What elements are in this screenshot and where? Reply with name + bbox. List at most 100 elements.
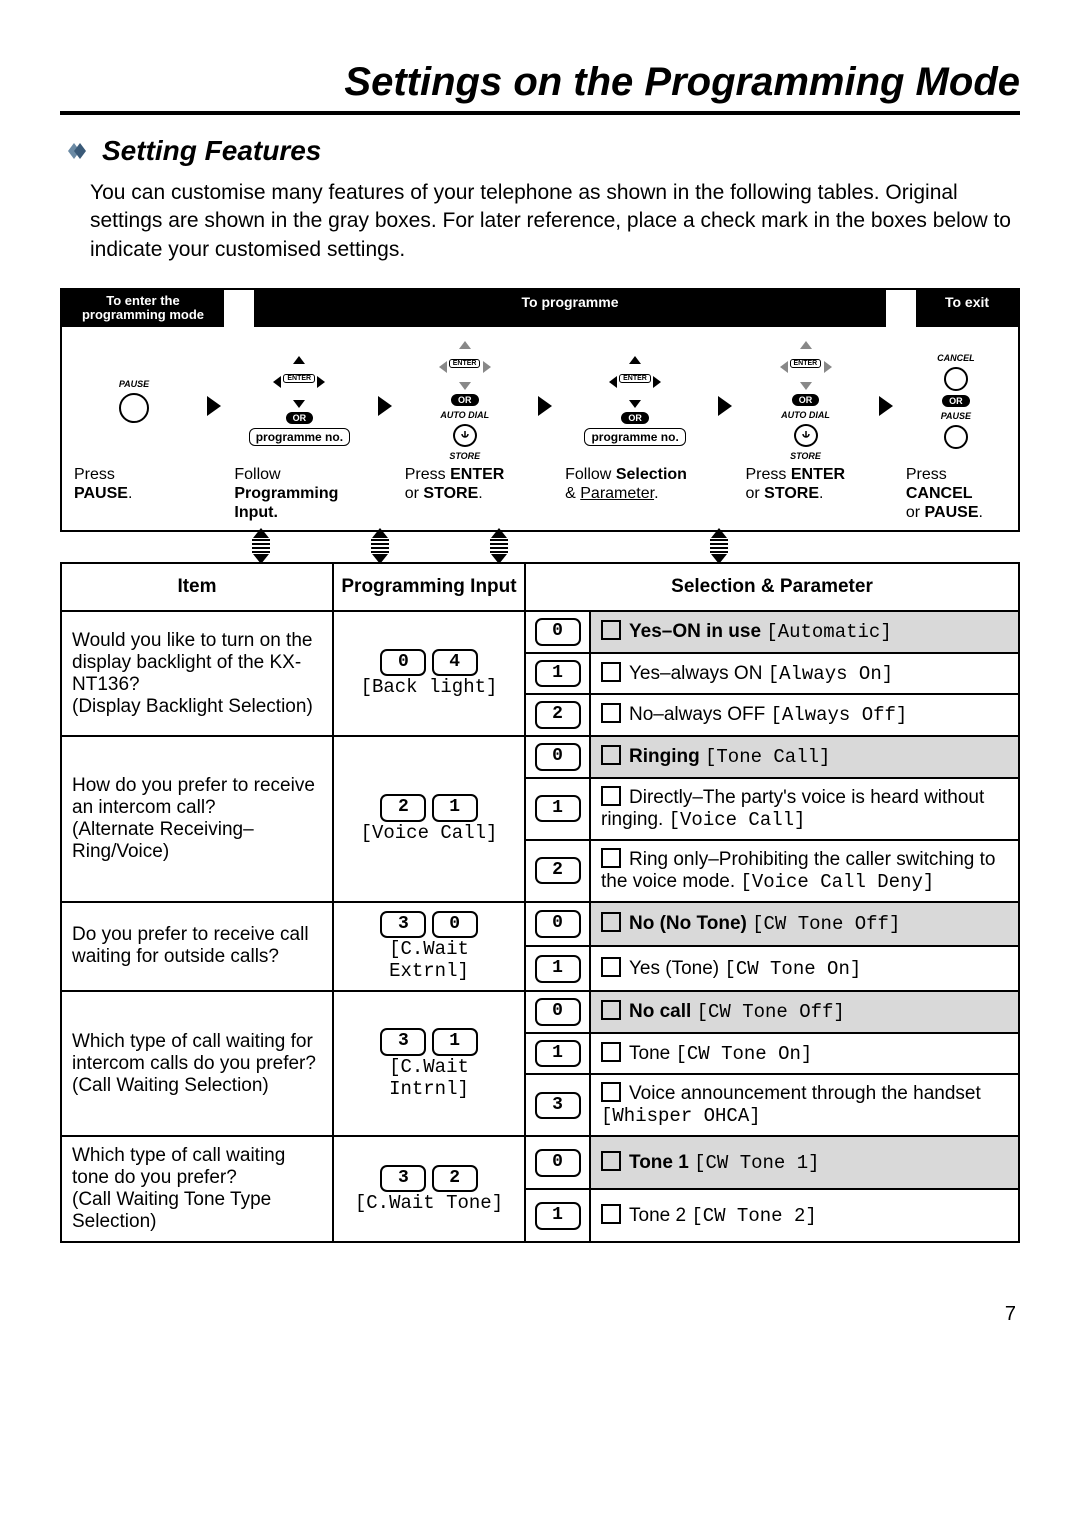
or-pill-icon: OR xyxy=(451,394,479,406)
autodial-label-icon: AUTO DIAL xyxy=(781,410,830,420)
autodial-label-icon: AUTO DIAL xyxy=(440,410,489,420)
or-pill-icon: OR xyxy=(792,394,820,406)
parameter-cell: Tone 1 [CW Tone 1] xyxy=(590,1136,1019,1189)
selection-key-cell: 2 xyxy=(525,694,590,736)
or-pill-icon: OR xyxy=(621,412,649,424)
checkbox-icon[interactable] xyxy=(601,912,621,932)
programming-input-cell: 3 1[C.Wait Intrnl] xyxy=(333,991,525,1136)
pause-button-icon xyxy=(944,425,968,449)
keycap-icon: 2 xyxy=(380,794,426,822)
programming-input-cell: 2 1[Voice Call] xyxy=(333,736,525,902)
th-selparam: Selection & Parameter xyxy=(525,563,1019,611)
programming-input-cell: 3 2[C.Wait Tone] xyxy=(333,1136,525,1242)
keycap-icon: 3 xyxy=(380,1028,426,1056)
spring-connectors xyxy=(60,528,1020,564)
settings-table: Item Programming Input Selection & Param… xyxy=(60,562,1020,1243)
step1-label: Press PAUSE. xyxy=(74,465,194,503)
keycap-icon: 0 xyxy=(535,1149,581,1177)
store-button-icon xyxy=(794,424,818,447)
keycap-icon: 0 xyxy=(380,649,426,677)
keycap-icon: 0 xyxy=(432,911,478,939)
selection-key-cell: 1 xyxy=(525,653,590,695)
or-pill-icon: OR xyxy=(942,395,970,407)
store-label-icon: STORE xyxy=(790,451,821,461)
spring-icon xyxy=(490,528,508,564)
keycap-icon: 2 xyxy=(535,857,581,885)
keycap-icon: 2 xyxy=(535,701,581,729)
keycap-icon: 1 xyxy=(535,955,581,983)
store-button-icon xyxy=(453,424,477,447)
pause-label-icon: PAUSE xyxy=(119,379,149,389)
spring-icon xyxy=(371,528,389,564)
parameter-cell: Ringing [Tone Call] xyxy=(590,736,1019,778)
keycap-icon: 1 xyxy=(535,1202,581,1230)
or-pill-icon: OR xyxy=(286,412,314,424)
item-cell: Would you like to turn on the display ba… xyxy=(61,611,333,736)
page-number: 7 xyxy=(60,1303,1020,1326)
selection-key-cell: 0 xyxy=(525,902,590,947)
checkbox-icon[interactable] xyxy=(601,1000,621,1020)
parameter-cell: Yes (Tone) [CW Tone On] xyxy=(590,946,1019,991)
enter-nav-icon: ENTER xyxy=(780,341,832,390)
store-label-icon: STORE xyxy=(449,451,480,461)
keycap-icon: 0 xyxy=(535,998,581,1026)
checkbox-icon[interactable] xyxy=(601,1204,621,1224)
arrow-right-icon xyxy=(718,396,732,416)
keycap-icon: 1 xyxy=(432,1028,478,1056)
arrow-right-icon xyxy=(538,396,552,416)
parameter-cell: Yes–ON in use [Automatic] xyxy=(590,611,1019,653)
keycap-icon: 1 xyxy=(432,794,478,822)
pause-label-icon: PAUSE xyxy=(941,411,971,421)
spring-icon xyxy=(252,528,270,564)
selection-key-cell: 0 xyxy=(525,1136,590,1189)
selection-key-cell: 0 xyxy=(525,736,590,778)
checkbox-icon[interactable] xyxy=(601,620,621,640)
diamond-bullet-icon xyxy=(60,139,94,163)
arrow-right-icon xyxy=(879,396,893,416)
th-prog: Programming Input xyxy=(333,563,525,611)
keycap-icon: 1 xyxy=(535,1040,581,1068)
programme-no-box: programme no. xyxy=(584,428,685,446)
flow-header-enter: To enter the programming mode xyxy=(62,290,224,327)
step4-label: Follow Selection & Parameter. xyxy=(565,465,705,503)
enter-nav-icon: ENTER xyxy=(439,341,491,390)
parameter-cell: Directly–The party's voice is heard with… xyxy=(590,778,1019,840)
selection-key-cell: 0 xyxy=(525,611,590,653)
step6-label: Press CANCEL or PAUSE. xyxy=(906,465,1006,523)
keycap-icon: 0 xyxy=(535,910,581,938)
flow-header-programme: To programme xyxy=(254,290,886,327)
parameter-cell: Yes–always ON [Always On] xyxy=(590,653,1019,695)
parameter-cell: No–always OFF [Always Off] xyxy=(590,694,1019,736)
selection-key-cell: 3 xyxy=(525,1074,590,1136)
step3-label: Press ENTER or STORE. xyxy=(405,465,525,503)
checkbox-icon[interactable] xyxy=(601,786,621,806)
parameter-cell: No (No Tone) [CW Tone Off] xyxy=(590,902,1019,947)
enter-nav-icon: ENTER xyxy=(609,356,661,408)
keycap-icon: 2 xyxy=(432,1165,478,1193)
checkbox-icon[interactable] xyxy=(601,1151,621,1171)
checkbox-icon[interactable] xyxy=(601,1082,621,1102)
keycap-icon: 1 xyxy=(535,795,581,823)
checkbox-icon[interactable] xyxy=(601,703,621,723)
pause-button-icon xyxy=(119,393,149,423)
checkbox-icon[interactable] xyxy=(601,957,621,977)
checkbox-icon[interactable] xyxy=(601,848,621,868)
selection-key-cell: 1 xyxy=(525,946,590,991)
step2-label: Follow Programming Input. xyxy=(234,465,364,523)
parameter-cell: Voice announcement through the handset [… xyxy=(590,1074,1019,1136)
checkbox-icon[interactable] xyxy=(601,745,621,765)
selection-key-cell: 0 xyxy=(525,991,590,1033)
item-cell: Do you prefer to receive call waiting fo… xyxy=(61,902,333,992)
intro-paragraph: You can customise many features of your … xyxy=(90,179,1020,264)
checkbox-icon[interactable] xyxy=(601,1042,621,1062)
keycap-icon: 3 xyxy=(380,1165,426,1193)
checkbox-icon[interactable] xyxy=(601,662,621,682)
cancel-button-icon xyxy=(944,367,968,391)
selection-key-cell: 1 xyxy=(525,1189,590,1242)
parameter-cell: Tone 2 [CW Tone 2] xyxy=(590,1189,1019,1242)
selection-key-cell: 1 xyxy=(525,1033,590,1075)
flow-header-exit: To exit xyxy=(916,290,1018,327)
item-cell: Which type of call waiting tone do you p… xyxy=(61,1136,333,1242)
keycap-icon: 4 xyxy=(432,649,478,677)
item-cell: How do you prefer to receive an intercom… xyxy=(61,736,333,902)
